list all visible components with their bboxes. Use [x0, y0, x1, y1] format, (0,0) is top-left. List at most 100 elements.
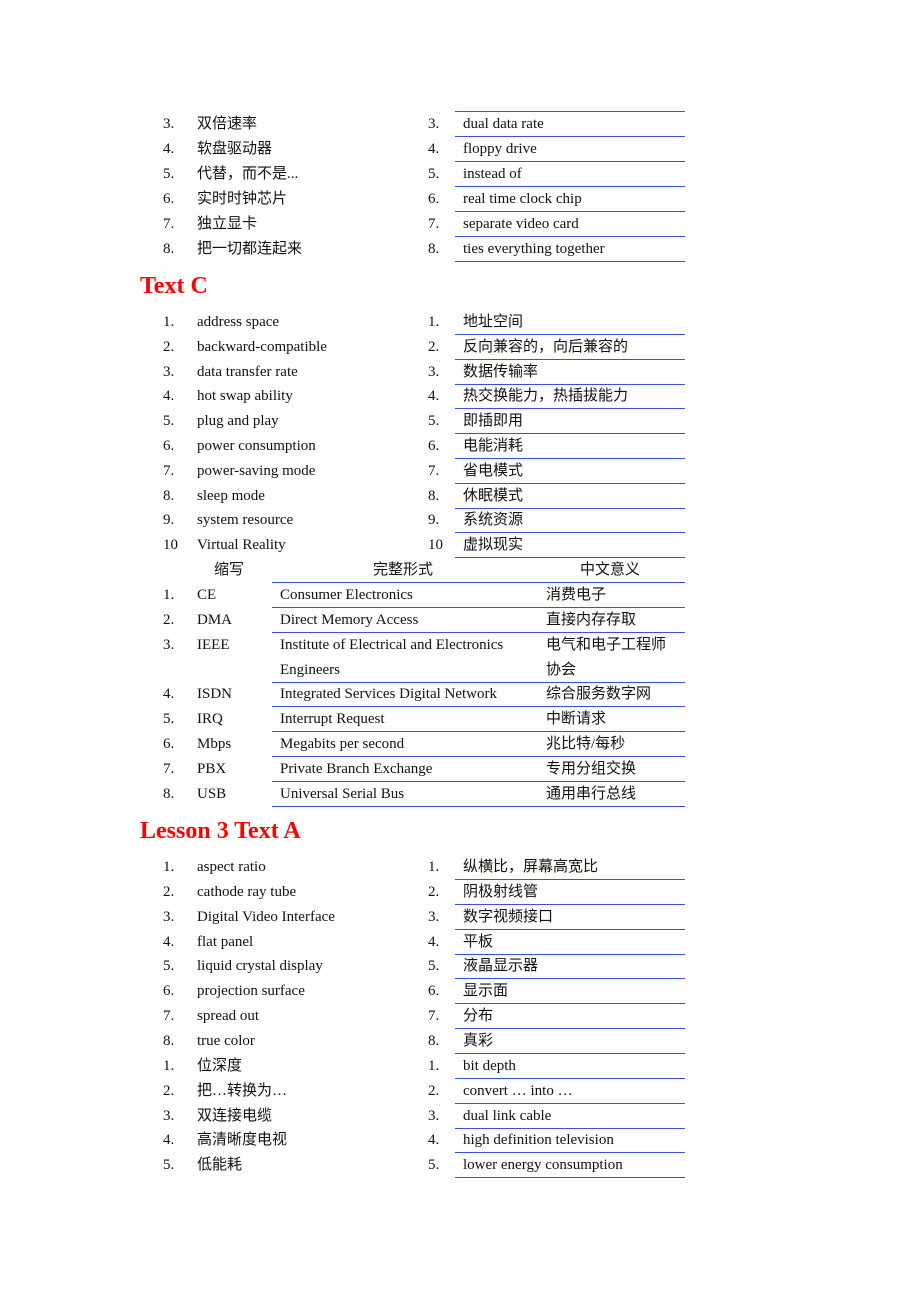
term-row-right: 3. 数字视频接口 [0, 905, 700, 930]
translation-text: 数字视频接口 [463, 909, 554, 925]
column-header-abbreviation: 缩写 [214, 562, 245, 578]
translation-text: bit depth [463, 1058, 516, 1074]
abbreviation-cell: PBX [197, 761, 227, 777]
item-number: 4. [428, 388, 440, 404]
table-row: 2. DMA Direct Memory Access 直接内存存取 [0, 608, 700, 633]
term-row-right: 2. 阴极射线管 [0, 880, 700, 905]
item-number: 4. [428, 934, 440, 950]
term-row-right: 1. 纵横比，屏幕高宽比 [0, 855, 700, 880]
translation-text cn-gray: 虚拟现实 [463, 537, 524, 553]
translation-text cn-gray: 反向兼容的，向后兼容的 [463, 339, 629, 355]
row-number: 3. [163, 637, 175, 653]
chinese-meaning-cell: 直接内存存取 [546, 612, 637, 628]
abbreviation-cell: IRQ [197, 711, 223, 727]
table-row: 5. IRQ Interrupt Request 中断请求 [0, 707, 700, 732]
term-row-right: 6. 显示面 [0, 979, 700, 1004]
row-underline [455, 261, 685, 262]
term-row-right: 7. separate video card [0, 212, 700, 237]
term-row-right: 5. lower energy consumption [0, 1153, 700, 1178]
translation-text: dual data rate [463, 116, 544, 132]
full-form-cell: Private Branch Exchange [280, 761, 433, 777]
translation-text cn-gray: 地址空间 [463, 314, 524, 330]
item-number: 3. [428, 1108, 440, 1124]
chinese-meaning-cell: 通用串行总线 [546, 786, 637, 802]
translation-text cn-gray: 热交换能力，热插拔能力 [463, 388, 629, 404]
translation-text: high definition television [463, 1132, 614, 1148]
item-number: 6. [428, 983, 440, 999]
term-row-right: 4. high definition television [0, 1128, 700, 1153]
full-form-cell: Interrupt Request [280, 711, 385, 727]
table-divider [272, 806, 685, 807]
translation-text: 液晶显示器 [463, 958, 539, 974]
item-number: 1. [428, 314, 440, 330]
item-number: 4. [428, 141, 440, 157]
full-form-cell: Universal Serial Bus [280, 786, 405, 802]
full-form-cell-continued: Engineers [280, 662, 340, 678]
item-number: 7. [428, 1008, 440, 1024]
item-number: 5. [428, 958, 440, 974]
abbreviation-cell: IEEE [197, 637, 230, 653]
chinese-meaning-cell: 综合服务数字网 [546, 686, 652, 702]
row-number: 7. [163, 761, 175, 777]
item-number: 5. [428, 166, 440, 182]
full-form-cell: Consumer Electronics [280, 587, 413, 603]
translation-text: 阴极射线管 [463, 884, 539, 900]
term-row-right: 1. 地址空间 [0, 310, 700, 335]
translation-text: dual link cable [463, 1108, 552, 1124]
term-row-right: 10 虚拟现实 [0, 533, 700, 558]
translation-text cn-gray: 数据传输率 [463, 364, 539, 380]
translation-text cn-gray: 省电模式 [463, 463, 524, 479]
abbreviation-cell: Mbps [197, 736, 232, 752]
chinese-meaning-cell: 中断请求 [546, 711, 607, 727]
term-row-right: 6. 电能消耗 [0, 434, 700, 459]
chinese-meaning-cell: 专用分组交换 [546, 761, 637, 777]
term-row-right: 4. 热交换能力，热插拔能力 [0, 384, 700, 409]
full-form-cell: Institute of Electrical and Electronics [280, 637, 504, 653]
translation-text: floppy drive [463, 141, 537, 157]
item-number: 2. [428, 339, 440, 355]
section-heading-text-c: Text C [140, 273, 208, 299]
abbreviation-cell: ISDN [197, 686, 233, 702]
item-number: 3. [428, 116, 440, 132]
term-row-right: 2. 反向兼容的，向后兼容的 [0, 335, 700, 360]
table-row: 4. ISDN Integrated Services Digital Networ… [0, 682, 700, 707]
item-number: 7. [428, 463, 440, 479]
translation-text cn-gray: 休眠模式 [463, 488, 524, 504]
section-heading-lesson3-text-a: Lesson 3 Text A [140, 818, 301, 844]
translation-text cn-gray: 即插即用 [463, 413, 524, 429]
item-number: 6. [428, 191, 440, 207]
translation-text: instead of [463, 166, 522, 182]
abbreviation-cell: CE [197, 587, 217, 603]
item-number: 3. [428, 364, 440, 380]
term-row-right: 4. 平板 [0, 930, 700, 955]
row-underline [455, 1177, 685, 1178]
chinese-meaning-cell-continued: 协会 [546, 662, 577, 678]
translation-text: ties everything together [463, 241, 605, 257]
term-row-right: 3. dual link cable [0, 1104, 700, 1129]
table-row: 8. USB Universal Serial Bus 通用串行总线 [0, 782, 700, 807]
document-page: 3. 双倍速率 3. dual data rate 4. 软盘驱动器 4. floppy dr… [0, 0, 920, 1302]
row-number: 4. [163, 686, 175, 702]
row-number: 6. [163, 736, 175, 752]
table-row: 6. Mbps Megabits per second 兆比特/每秒 [0, 732, 700, 757]
translation-text: lower energy consumption [463, 1157, 623, 1173]
translation-text: separate video card [463, 216, 579, 232]
full-form-cell: Direct Memory Access [280, 612, 419, 628]
item-number: 2. [428, 1083, 440, 1099]
item-number: 9. [428, 512, 440, 528]
term-row-right: 8. ties everything together [0, 237, 700, 262]
column-header-chinese-meaning: 中文意义 [580, 562, 641, 578]
item-number: 5. [428, 413, 440, 429]
table-header-row: 缩写 完整形式 中文意义 [0, 558, 700, 583]
table-row: 7. PBX Private Branch Exchange 专用分组交换 [0, 757, 700, 782]
row-divider [455, 1053, 685, 1054]
chinese-meaning-cell: 电气和电子工程师 [546, 637, 667, 653]
item-number: 6. [428, 438, 440, 454]
item-number: 4. [428, 1132, 440, 1148]
term-row-right: 7. 分布 [0, 1004, 700, 1029]
item-number: 7. [428, 216, 440, 232]
term-row-right: 5. instead of [0, 162, 700, 187]
table-row: 3. IEEE Institute of Electrical and Electr… [0, 633, 700, 658]
row-number: 1. [163, 587, 175, 603]
translation-text: 显示面 [463, 983, 509, 999]
